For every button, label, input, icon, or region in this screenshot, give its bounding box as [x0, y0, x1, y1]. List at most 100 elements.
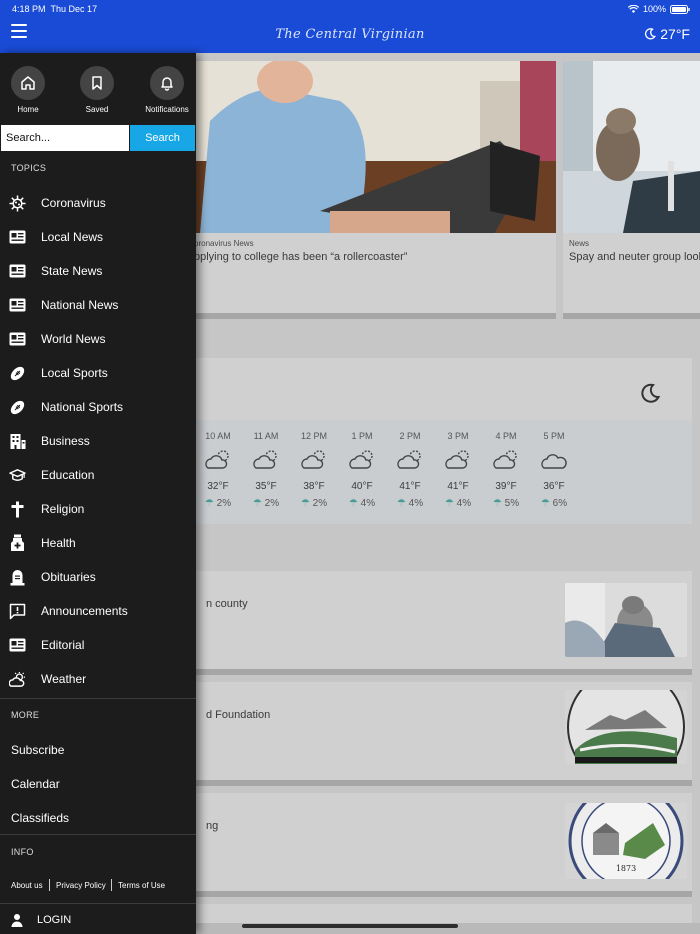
forecast-precip-value: 2%: [216, 498, 232, 509]
saved-button-circle: [80, 66, 114, 100]
classifieds-link[interactable]: Classifieds: [11, 811, 69, 825]
forecast-temp: 36°F: [543, 481, 565, 492]
divider: [0, 903, 196, 904]
link-separator: [111, 879, 112, 891]
forecast-precip: ☂ 4%: [438, 498, 478, 509]
partly-cloudy-icon: [253, 450, 277, 469]
topic-label: Weather: [41, 672, 87, 686]
forecast-temp: 38°F: [303, 481, 325, 492]
about-us-link[interactable]: About us: [11, 881, 43, 890]
forecast-time: 1 PM: [351, 431, 373, 441]
header-weather[interactable]: 27°F: [644, 26, 690, 42]
umbrella-icon: ☂: [492, 498, 502, 509]
weather-widget[interactable]: [190, 358, 692, 420]
topic-weather[interactable]: Weather: [0, 664, 196, 694]
list-item[interactable]: ng 1873: [190, 793, 692, 897]
topic-national-sports[interactable]: National Sports: [0, 392, 196, 422]
topic-obituaries[interactable]: Obituaries: [0, 562, 196, 592]
forecast-hour: 5 PM 36°F ☂ 6%: [534, 431, 574, 509]
masthead[interactable]: The Central Virginian: [0, 27, 700, 42]
login-label: LOGIN: [37, 914, 72, 926]
forecast-time: 10 AM: [205, 431, 231, 441]
forecast-precip: ☂ 2%: [246, 498, 286, 509]
forecast-time: 2 PM: [399, 431, 421, 441]
divider: [0, 834, 196, 835]
forecast-precip-value: 4%: [456, 498, 472, 509]
story-headline[interactable]: pplying to college has been “a rollercoa…: [194, 251, 407, 263]
topic-editorial[interactable]: Editorial: [0, 630, 196, 660]
notifications-label: Notifications: [145, 105, 189, 114]
bell-icon: [161, 77, 173, 91]
search-input[interactable]: [1, 125, 129, 151]
story-card[interactable]: oronavirus News pplying to college has b…: [190, 61, 556, 319]
cloud-icon: [541, 454, 567, 469]
topics-heading: TOPICS: [11, 163, 47, 173]
link-separator: [49, 879, 50, 891]
newspaper-icon: [9, 637, 26, 654]
list-item[interactable]: [190, 904, 692, 923]
search-button[interactable]: Search: [130, 125, 195, 151]
calendar-link[interactable]: Calendar: [11, 777, 60, 791]
forecast-hour: 10 AM 32°F ☂ 2%: [198, 431, 238, 509]
battery-percent: 100%: [642, 4, 666, 14]
list-item[interactable]: d Foundation: [190, 682, 692, 786]
topic-business[interactable]: Business: [0, 426, 196, 456]
umbrella-icon: ☂: [444, 498, 454, 509]
football-icon: [9, 399, 26, 416]
topic-world-news[interactable]: World News: [0, 324, 196, 354]
topic-local-sports[interactable]: Local Sports: [0, 358, 196, 388]
partly-cloudy-icon: [301, 450, 325, 469]
forecast-precip-value: 6%: [552, 498, 568, 509]
topic-label: Religion: [41, 502, 85, 516]
umbrella-icon: ☂: [540, 498, 550, 509]
topic-label: Local Sports: [41, 366, 108, 380]
county-logo: [565, 690, 687, 764]
topic-education[interactable]: Education: [0, 460, 196, 490]
forecast-precip-value: 2%: [264, 498, 280, 509]
story-category: News: [569, 239, 590, 248]
status-indicators: 100%: [627, 4, 690, 14]
forecast-time: 3 PM: [447, 431, 469, 441]
login-button[interactable]: LOGIN: [11, 913, 71, 927]
newspaper-icon: [9, 263, 26, 280]
notifications-button[interactable]: Notifications: [134, 66, 200, 114]
seal-year: 1873: [616, 864, 636, 873]
forecast-temp: 39°F: [495, 481, 517, 492]
battery-icon: [670, 4, 690, 14]
umbrella-icon: ☂: [348, 498, 358, 509]
subscribe-link[interactable]: Subscribe: [11, 743, 64, 757]
partly-cloudy-icon: [349, 450, 373, 469]
forecast-time: 5 PM: [543, 431, 565, 441]
home-button[interactable]: Home: [0, 66, 61, 114]
saved-button[interactable]: Saved: [64, 66, 130, 114]
topic-religion[interactable]: Religion: [0, 494, 196, 524]
topic-label: State News: [41, 264, 103, 278]
forecast-precip-value: 4%: [360, 498, 376, 509]
saved-label: Saved: [85, 105, 109, 114]
topic-coronavirus[interactable]: Coronavirus: [0, 188, 196, 218]
topic-state-news[interactable]: State News: [0, 256, 196, 286]
topic-label: Obituaries: [41, 570, 96, 584]
forecast-precip: ☂ 2%: [198, 498, 238, 509]
topic-label: Editorial: [41, 638, 85, 652]
privacy-policy-link[interactable]: Privacy Policy: [56, 881, 106, 890]
forecast-hour: 1 PM 40°F ☂ 4%: [342, 431, 382, 509]
story-headline: d Foundation: [206, 709, 271, 721]
graduation-cap-icon: [9, 467, 26, 484]
more-heading: MORE: [11, 710, 40, 720]
status-time: 4:18 PM Thu Dec 17: [12, 4, 97, 14]
list-item[interactable]: n county: [190, 571, 692, 675]
topic-label: Coronavirus: [41, 196, 106, 210]
topic-local-news[interactable]: Local News: [0, 222, 196, 252]
forecast-hour: 4 PM 39°F ☂ 5%: [486, 431, 526, 509]
terms-of-use-link[interactable]: Terms of Use: [118, 881, 165, 890]
info-heading: INFO: [11, 847, 34, 857]
story-headline[interactable]: Spay and neuter group look: [569, 251, 700, 263]
forecast-precip: ☂ 5%: [486, 498, 526, 509]
topic-health[interactable]: Health: [0, 528, 196, 558]
story-card[interactable]: News Spay and neuter group look: [563, 61, 700, 319]
medicine-icon: [9, 534, 26, 552]
forecast-time: 4 PM: [495, 431, 517, 441]
topic-national-news[interactable]: National News: [0, 290, 196, 320]
topic-announcements[interactable]: Announcements: [0, 596, 196, 626]
